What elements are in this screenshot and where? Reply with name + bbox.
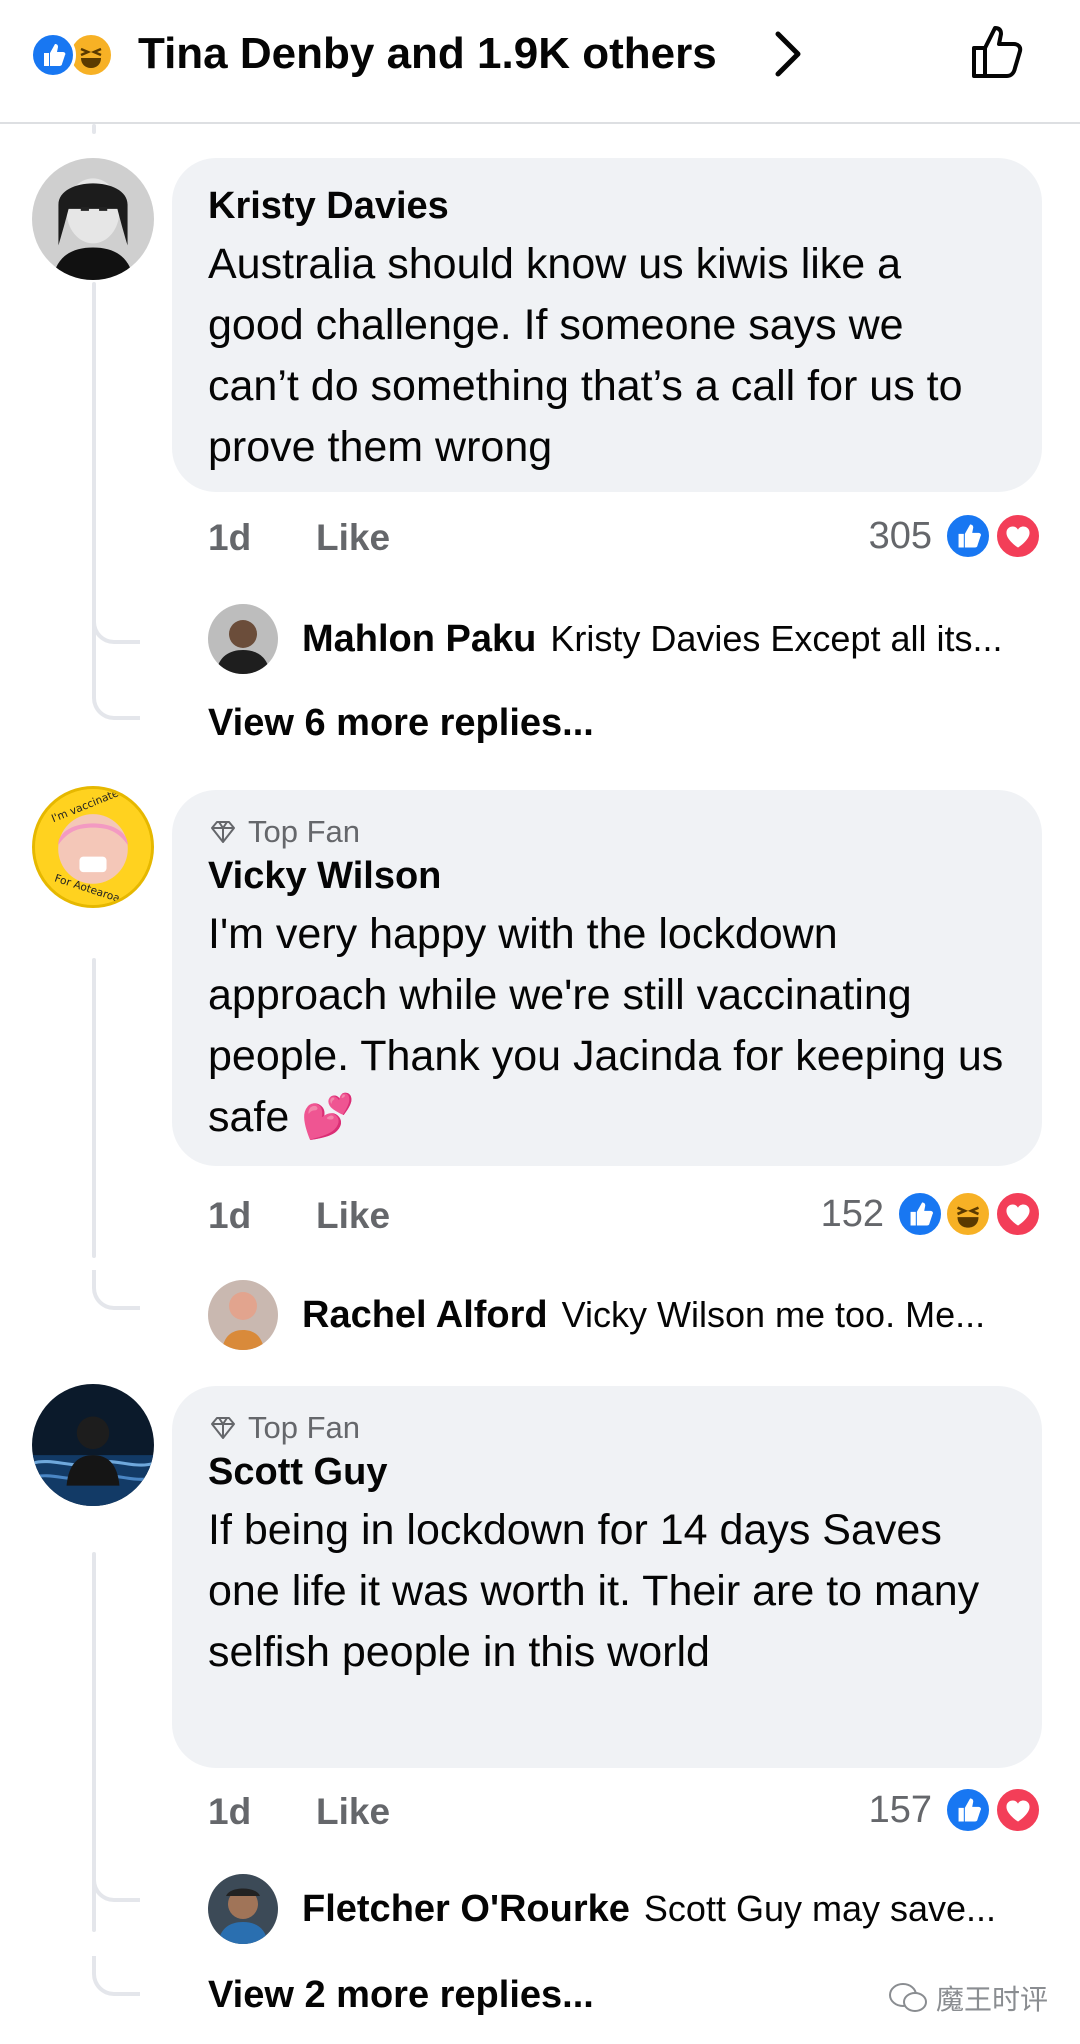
reply-connector [92, 1956, 140, 1996]
diamond-icon [211, 821, 235, 843]
reply-author[interactable]: Fletcher O'Rourke [302, 1888, 630, 1931]
watermark-text: 魔王时评 [936, 1984, 1049, 2015]
like-button[interactable]: Like [316, 1192, 390, 1240]
comment-author[interactable]: Scott Guy [208, 1448, 1006, 1496]
view-more-replies[interactable]: View 6 more replies... [208, 698, 594, 748]
avatar[interactable]: I'm vaccinated For Aotearoa [32, 786, 154, 908]
comment-bubble[interactable]: Top Fan Vicky Wilson I'm very happy with… [172, 790, 1042, 1166]
comment-bubble[interactable]: Top Fan Scott Guy If being in lockdown f… [172, 1386, 1042, 1768]
watermark: 魔王时评 [888, 1978, 1048, 2018]
comment-actions: 1d Like [208, 1788, 390, 1836]
reply-text: Scott Guy may save... [643, 1888, 997, 1929]
like-outline-icon[interactable] [966, 20, 1030, 84]
reply-preview[interactable]: Mahlon Paku Kristy Davies Except all its… [208, 604, 1003, 674]
comment-author[interactable]: Vicky Wilson [208, 852, 1006, 900]
like-button[interactable]: Like [316, 1788, 390, 1836]
reaction-summary[interactable]: Tina Denby and 1.9K others [138, 22, 717, 86]
comment-text: Australia should know us kiwis like a go… [208, 240, 963, 471]
diamond-icon [211, 1417, 235, 1439]
comment-time[interactable]: 1d [208, 1791, 251, 1832]
reply-text: Vicky Wilson me too. Me... [561, 1294, 986, 1335]
view-more-replies[interactable]: View 2 more replies... [208, 1970, 594, 2020]
reactions-header[interactable]: Tina Denby and 1.9K others [0, 0, 1080, 124]
thread-line [92, 958, 96, 1258]
avatar[interactable] [208, 1280, 278, 1350]
reply-author[interactable]: Rachel Alford [302, 1294, 548, 1337]
reaction-count[interactable]: 157 [800, 1786, 932, 1834]
top-fan-badge: Top Fan [208, 812, 1006, 852]
chevron-right-icon[interactable] [760, 26, 816, 82]
reply-connector [92, 680, 140, 720]
reply-preview[interactable]: Rachel Alford Vicky Wilson me too. Me... [208, 1280, 985, 1350]
comment-author[interactable]: Kristy Davies [208, 182, 1006, 230]
avatar[interactable] [32, 158, 154, 280]
avatar[interactable] [32, 1384, 154, 1506]
comment-actions: 1d Like [208, 1192, 390, 1240]
reaction-count[interactable]: 152 [760, 1190, 884, 1238]
reply-connector [92, 1270, 140, 1310]
wechat-icon [889, 1983, 927, 2012]
reaction-count[interactable]: 305 [800, 512, 932, 560]
comment-text: I'm very happy with the lockdown approac… [208, 910, 1004, 1141]
badge-label: Top Fan [248, 814, 361, 849]
like-icon [896, 1190, 944, 1238]
avatar[interactable] [208, 604, 278, 674]
reply-author[interactable]: Mahlon Paku [302, 618, 536, 661]
comment-actions: 1d Like [208, 514, 390, 562]
love-icon [994, 1190, 1042, 1238]
reply-preview[interactable]: Fletcher O'Rourke Scott Guy may save... [208, 1874, 996, 1944]
love-icon [994, 1786, 1042, 1834]
reply-connector [92, 1862, 140, 1902]
comment-time[interactable]: 1d [208, 517, 251, 558]
love-icon [994, 512, 1042, 560]
badge-label: Top Fan [248, 1410, 361, 1445]
like-button[interactable]: Like [316, 514, 390, 562]
comment-bubble[interactable]: Kristy Davies Australia should know us k… [172, 158, 1042, 492]
header-reaction-icons [30, 30, 130, 78]
top-fan-badge: Top Fan [208, 1408, 1006, 1448]
thread-line [92, 124, 96, 134]
reply-text: Kristy Davies Except all its... [550, 618, 1003, 659]
like-icon [944, 1786, 992, 1834]
avatar[interactable] [208, 1874, 278, 1944]
comment-time[interactable]: 1d [208, 1195, 251, 1236]
like-icon [944, 512, 992, 560]
like-icon [30, 32, 76, 78]
reply-connector [92, 604, 140, 644]
haha-icon [944, 1190, 992, 1238]
comment-text: If being in lockdown for 14 days Saves o… [208, 1506, 980, 1676]
